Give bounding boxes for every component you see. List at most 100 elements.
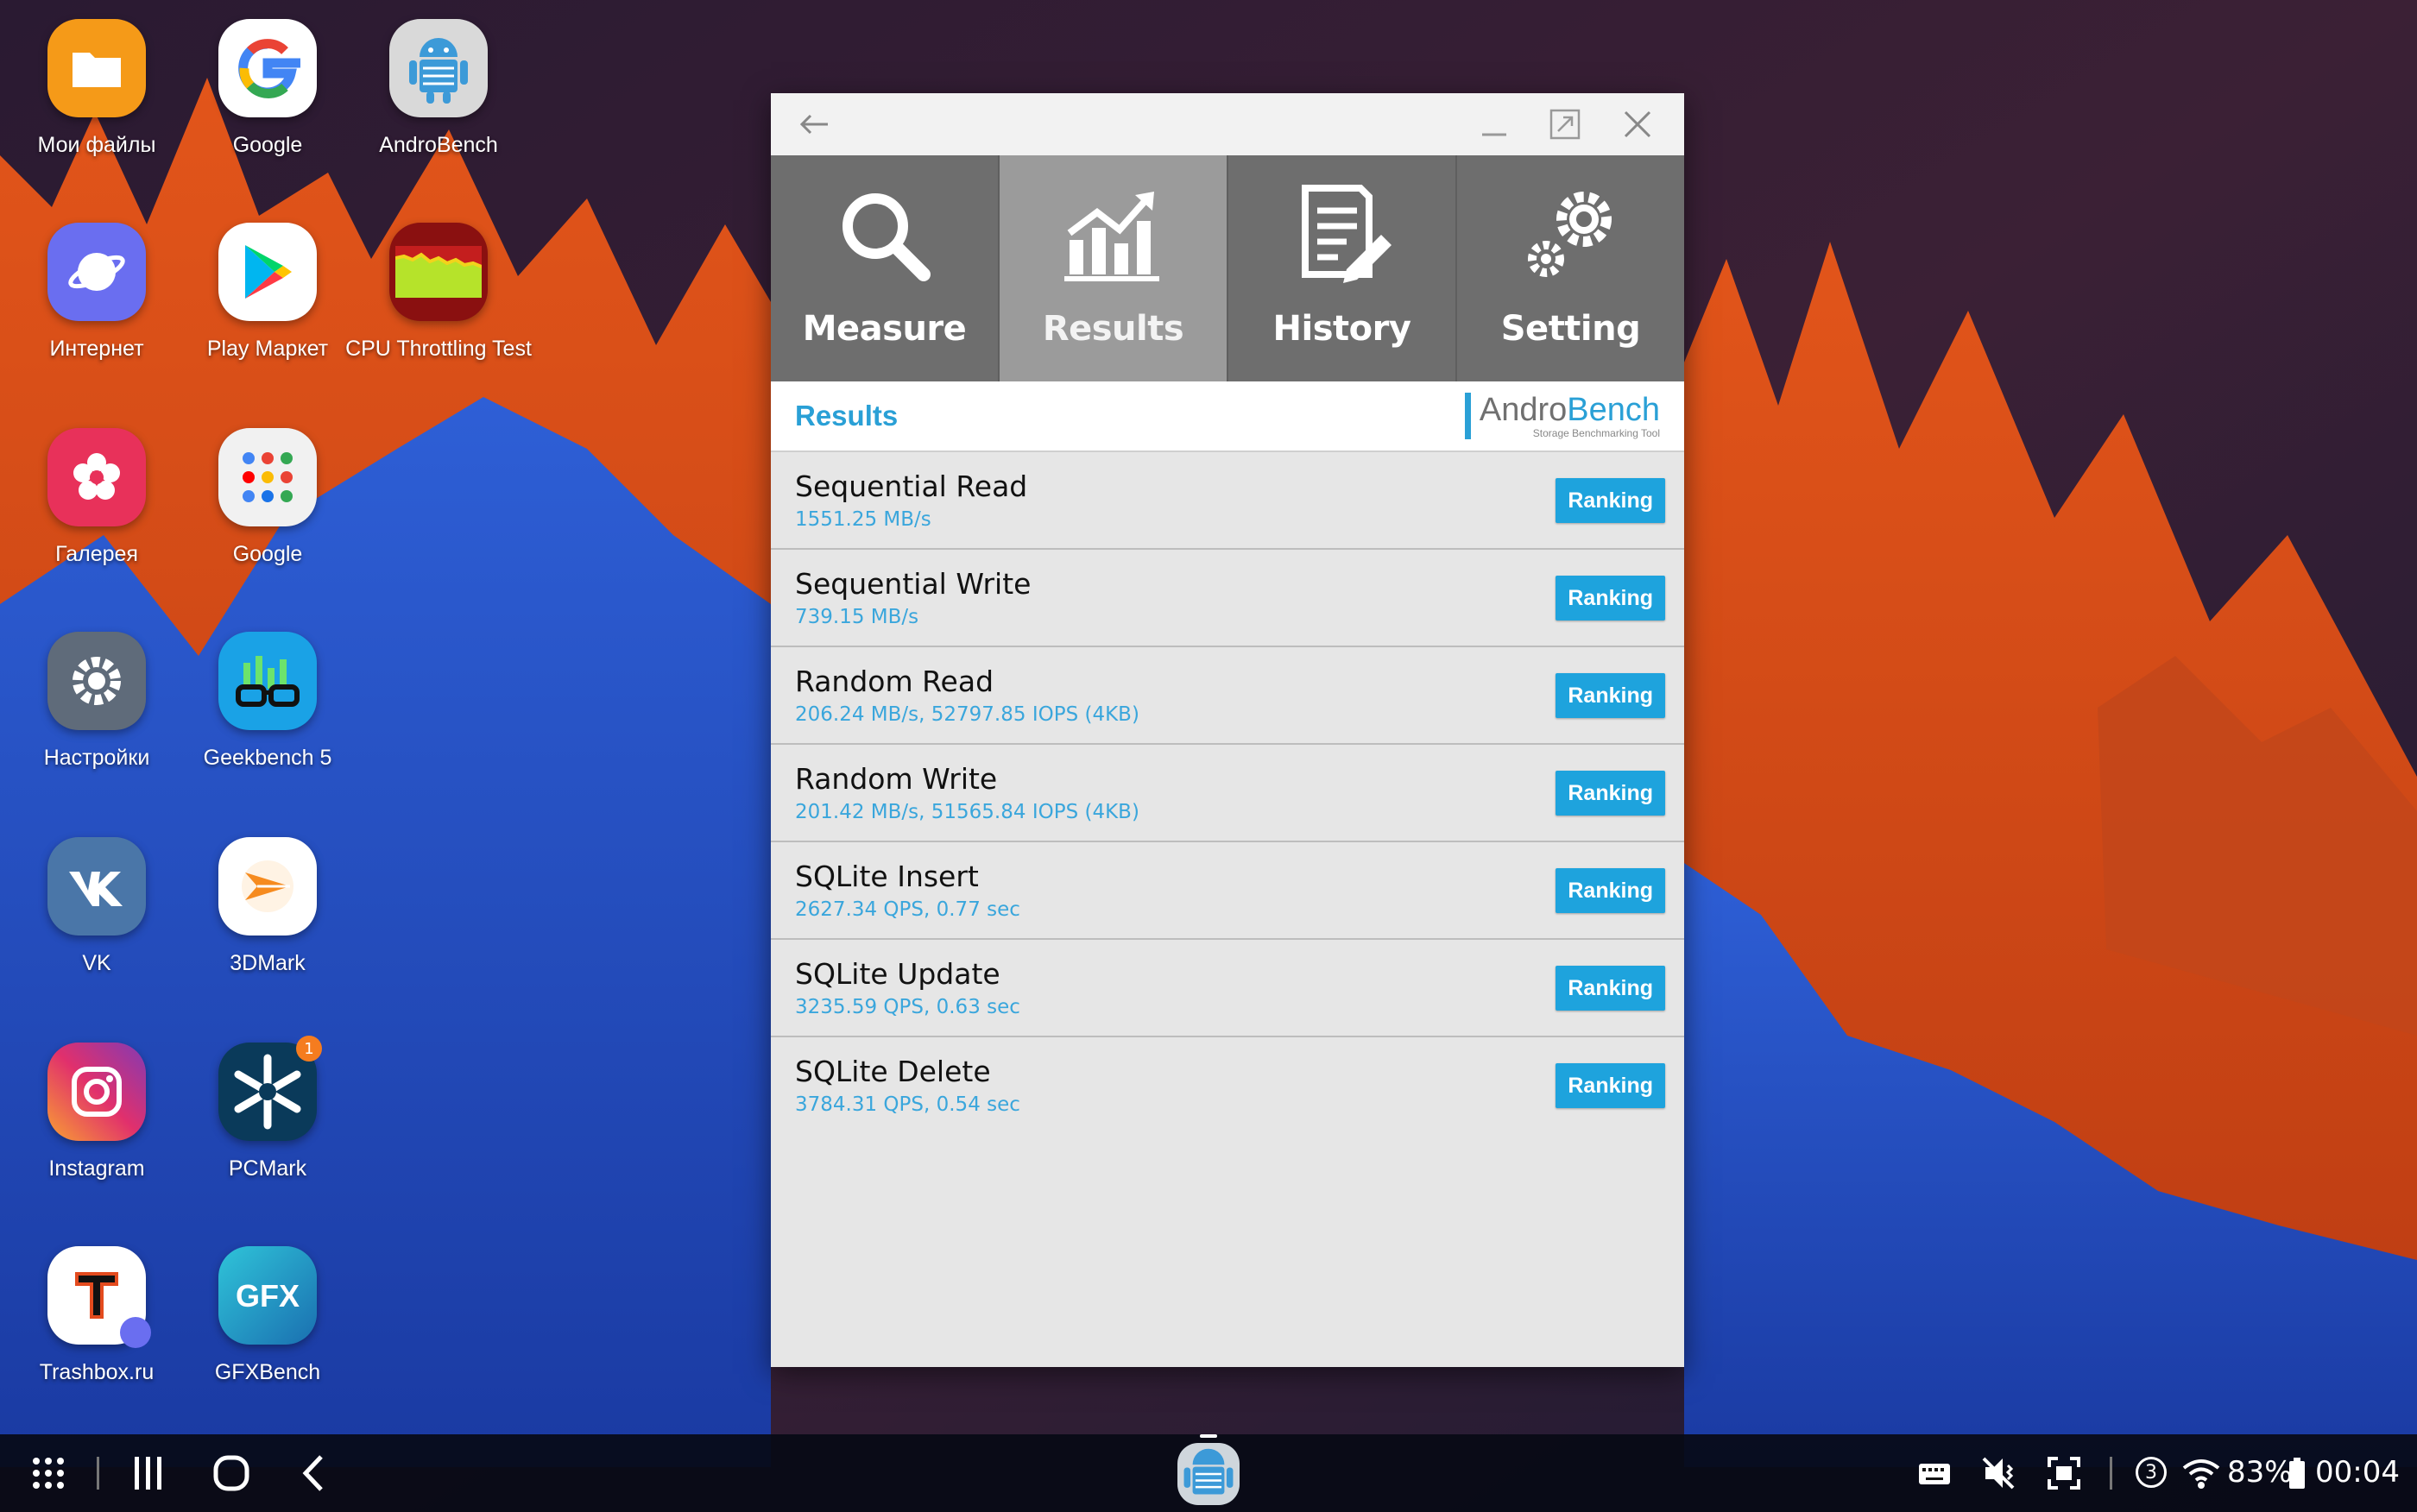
result-value: 3235.59 QPS, 0.63 sec bbox=[795, 996, 1020, 1018]
app-trashbox[interactable]: Trashbox.ru bbox=[10, 1246, 183, 1388]
app-settings[interactable]: Настройки bbox=[10, 632, 183, 773]
back-arrow-icon[interactable] bbox=[795, 105, 833, 143]
apps-grid-icon[interactable] bbox=[31, 1453, 66, 1493]
screen-capture-icon[interactable] bbox=[2046, 1453, 2082, 1493]
ranking-button[interactable]: Ranking bbox=[1556, 673, 1665, 718]
main-tabs: Measure Results History Setting bbox=[771, 155, 1684, 381]
play-triangle-icon bbox=[218, 223, 317, 321]
magnifier-icon bbox=[842, 193, 931, 281]
app-pcmark[interactable]: 1 PCMark bbox=[181, 1036, 354, 1184]
app-geekbench[interactable]: Geekbench 5 bbox=[181, 632, 354, 773]
flower-icon bbox=[47, 428, 146, 526]
vk-logo-icon bbox=[47, 837, 146, 936]
ranking-button[interactable]: Ranking bbox=[1556, 478, 1665, 523]
android-robot-icon bbox=[389, 19, 488, 117]
result-value: 1551.25 MB/s bbox=[795, 508, 931, 531]
icon-label: Галерея bbox=[55, 542, 138, 566]
result-row: Random Write 201.42 MB/s, 51565.84 IOPS … bbox=[771, 745, 1684, 842]
app-vk[interactable]: VK bbox=[10, 837, 183, 979]
app-androbench[interactable]: AndroBench bbox=[352, 19, 525, 161]
icon-label: Google bbox=[232, 133, 303, 157]
taskbar-androbench-app[interactable] bbox=[1177, 1443, 1240, 1505]
gears-icon bbox=[1527, 192, 1612, 277]
camera-icon bbox=[47, 1043, 146, 1141]
logo-text-andro: Andro bbox=[1479, 392, 1568, 428]
minimize-icon[interactable] bbox=[1475, 105, 1513, 143]
window-title-bar[interactable] bbox=[771, 93, 1684, 155]
folder-icon bbox=[47, 19, 146, 117]
gfx-logo-icon: GFX bbox=[218, 1246, 317, 1345]
tab-label: Setting bbox=[1500, 309, 1641, 349]
result-row: Random Read 206.24 MB/s, 52797.85 IOPS (… bbox=[771, 647, 1684, 745]
app-instagram[interactable]: Instagram bbox=[10, 1043, 183, 1184]
app-my-files[interactable]: Мои файлы bbox=[10, 19, 183, 161]
tab-history[interactable]: History bbox=[1228, 155, 1457, 381]
result-title: Random Write bbox=[795, 762, 998, 796]
app-play-market[interactable]: Play Маркет bbox=[181, 223, 354, 364]
recent-apps-icon[interactable] bbox=[131, 1453, 166, 1493]
app-gallery[interactable]: Галерея bbox=[10, 428, 183, 570]
geekbench-glasses-icon bbox=[218, 632, 317, 730]
internet-badge-icon bbox=[120, 1317, 151, 1348]
result-row: Sequential Write 739.15 MB/s Ranking bbox=[771, 550, 1684, 647]
icon-label: Geekbench 5 bbox=[203, 746, 332, 770]
ranking-button[interactable]: Ranking bbox=[1556, 576, 1665, 621]
app-internet[interactable]: Интернет bbox=[10, 223, 183, 364]
ranking-button[interactable]: Ranking bbox=[1556, 868, 1665, 913]
back-icon[interactable] bbox=[297, 1453, 331, 1493]
icon-label: Trashbox.ru bbox=[39, 1360, 155, 1384]
trashbox-logo-icon bbox=[47, 1246, 151, 1348]
close-icon[interactable] bbox=[1619, 105, 1657, 143]
result-title: Random Read bbox=[795, 665, 994, 698]
result-row: SQLite Insert 2627.34 QPS, 0.77 sec Rank… bbox=[771, 842, 1684, 940]
app-cpu-throttling-test[interactable]: CPU Throttling Test bbox=[345, 223, 532, 364]
result-value: 206.24 MB/s, 52797.85 IOPS (4KB) bbox=[795, 703, 1139, 726]
tab-results[interactable]: Results bbox=[1000, 155, 1228, 381]
androbench-logo: AndroBench Storage Benchmarking Tool bbox=[1464, 392, 1660, 439]
google-g-icon bbox=[218, 19, 317, 117]
clock: 00:04 bbox=[2315, 1455, 2400, 1490]
result-title: SQLite Delete bbox=[795, 1055, 991, 1088]
running-indicator bbox=[1200, 1434, 1217, 1438]
tab-measure[interactable]: Measure bbox=[771, 155, 1000, 381]
wifi-icon[interactable] bbox=[2182, 1453, 2220, 1493]
result-value: 2627.34 QPS, 0.77 sec bbox=[795, 898, 1020, 921]
throttling-graph-icon bbox=[389, 223, 488, 321]
divider bbox=[97, 1457, 99, 1490]
icon-label: Интернет bbox=[49, 337, 144, 361]
vibrate-mute-icon[interactable] bbox=[1980, 1453, 2016, 1493]
tab-label: Results bbox=[1042, 309, 1184, 349]
result-row: Sequential Read 1551.25 MB/s Ranking bbox=[771, 452, 1684, 550]
android-robot-icon bbox=[1183, 1448, 1234, 1495]
notification-count-badge[interactable]: 3 bbox=[2136, 1457, 2167, 1488]
icon-label: PCMark bbox=[228, 1156, 307, 1181]
ranking-button[interactable]: Ranking bbox=[1556, 1063, 1665, 1108]
tab-label: Measure bbox=[802, 309, 967, 349]
page-title: Results bbox=[795, 400, 899, 432]
app-google[interactable]: Google bbox=[181, 19, 354, 161]
keyboard-icon[interactable] bbox=[1918, 1453, 1951, 1493]
tab-setting[interactable]: Setting bbox=[1457, 155, 1684, 381]
result-title: Sequential Write bbox=[795, 567, 1032, 601]
icon-label: 3DMark bbox=[230, 951, 306, 975]
icon-label: AndroBench bbox=[379, 133, 498, 157]
result-title: Sequential Read bbox=[795, 469, 1028, 503]
androbench-window: Measure Results History Setting Results … bbox=[771, 93, 1684, 1367]
result-title: SQLite Update bbox=[795, 957, 1000, 991]
result-row: SQLite Update 3235.59 QPS, 0.63 sec Rank… bbox=[771, 940, 1684, 1037]
app-3dmark[interactable]: 3DMark bbox=[181, 837, 354, 979]
icon-label: CPU Throttling Test bbox=[345, 337, 532, 361]
ranking-button[interactable]: Ranking bbox=[1556, 966, 1665, 1011]
app-gfxbench[interactable]: GFX GFXBench bbox=[181, 1246, 354, 1388]
app-folder-icon bbox=[218, 428, 317, 526]
battery-percent: 83% bbox=[2227, 1455, 2293, 1490]
ranking-button[interactable]: Ranking bbox=[1556, 771, 1665, 816]
chart-icon bbox=[1063, 192, 1159, 281]
maximize-icon[interactable] bbox=[1546, 105, 1584, 143]
notification-badge: 1 bbox=[296, 1036, 322, 1062]
result-value: 201.42 MB/s, 51565.84 IOPS (4KB) bbox=[795, 801, 1139, 823]
home-icon[interactable] bbox=[212, 1453, 250, 1493]
app-google-folder[interactable]: Google bbox=[181, 428, 354, 570]
document-edit-icon bbox=[1301, 185, 1392, 283]
divider bbox=[2110, 1457, 2112, 1490]
